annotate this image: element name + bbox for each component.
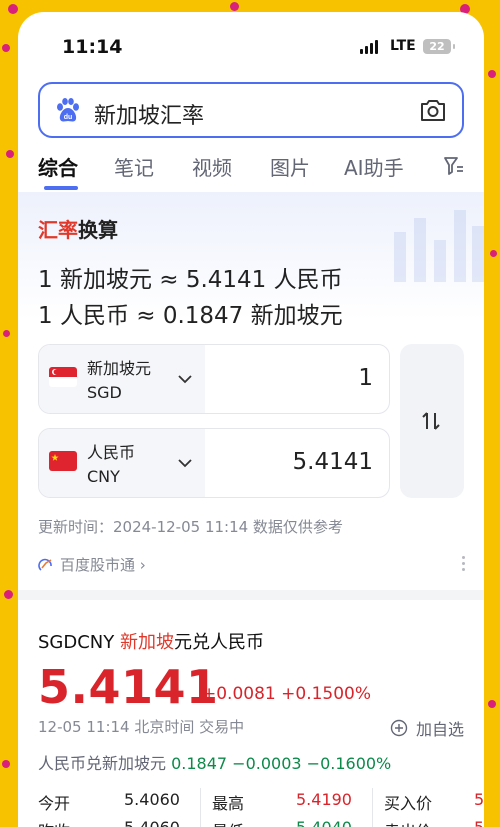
active-tab-indicator: [44, 186, 78, 190]
plus-circle-icon: [390, 719, 408, 737]
battery-icon: 22: [423, 39, 455, 54]
network-label: LTE: [390, 38, 416, 54]
decor-dot: [2, 760, 10, 768]
column-divider: [200, 788, 201, 827]
signal-icon: [360, 40, 378, 54]
quote-change: +0.0081 +0.1500%: [202, 684, 372, 704]
decor-dot: [490, 250, 497, 257]
singapore-flag-icon: [49, 367, 77, 387]
search-tabs: 综合 笔记 视频 图片 AI助手: [38, 152, 484, 190]
decor-dot: [6, 150, 14, 158]
phone-screen: 11:14 LTE 22 du 新加坡汇率 综合 笔记 视频 图片 AI助手 汇…: [18, 12, 484, 827]
search-box[interactable]: du 新加坡汇率: [38, 82, 464, 138]
decor-dot: [230, 2, 239, 11]
source-label: 百度股市通 ›: [60, 556, 146, 574]
stat-value: 5.4190: [296, 790, 352, 809]
quote-price: 5.4141: [38, 660, 219, 714]
to-currency-code: CNY: [87, 467, 120, 486]
tab-videos[interactable]: 视频: [192, 152, 232, 181]
stat-label: 最高: [212, 794, 245, 813]
rate-line-cny-sgd: 1 人民币 ≈ 0.1847 新加坡元: [38, 303, 343, 329]
decor-chart-icon: [394, 210, 484, 282]
stat-value: 5.4060: [124, 818, 180, 827]
stat-label: 买入价: [384, 794, 433, 813]
section-divider: [18, 590, 484, 600]
stat-value: 5: [474, 790, 484, 809]
decor-dot: [2, 44, 10, 52]
chevron-down-icon: [178, 459, 192, 468]
decor-dot: [488, 700, 496, 708]
search-input[interactable]: 新加坡汇率: [94, 98, 204, 130]
update-time: 更新时间：2024-12-05 11:14 数据仅供参考: [38, 518, 343, 536]
rate-line-sgd-cny: 1 新加坡元 ≈ 5.4141 人民币: [38, 267, 343, 293]
to-currency-row: 人民币 CNY 5.4141: [38, 428, 390, 498]
stat-label: 今开: [38, 794, 71, 813]
more-options-icon[interactable]: [462, 556, 466, 574]
stat-value: 5.4040: [296, 818, 352, 827]
to-currency-name: 人民币: [87, 443, 136, 462]
decor-dot: [3, 330, 10, 337]
source-link[interactable]: 百度股市通 ›: [38, 554, 146, 575]
stat-value: 5.4060: [124, 790, 180, 809]
stat-label: 最低: [212, 818, 244, 827]
chevron-down-icon: [178, 375, 192, 384]
svg-text:du: du: [64, 114, 73, 121]
status-bar: 11:14 LTE 22: [18, 12, 484, 84]
from-amount-input[interactable]: 1: [358, 365, 373, 391]
tab-images[interactable]: 图片: [270, 152, 310, 181]
quote-card: SGDCNY 新加坡元兑人民币 5.4141 +0.0081 +0.1500% …: [18, 600, 484, 827]
converter-title: 汇率换算: [38, 218, 118, 242]
stock-service-icon: [38, 558, 52, 571]
from-currency-row: 新加坡元 SGD 1: [38, 344, 390, 414]
stat-label: 卖出价: [384, 818, 432, 827]
decor-dot: [488, 70, 496, 78]
from-currency-name: 新加坡元: [87, 359, 152, 378]
tab-notes[interactable]: 笔记: [114, 152, 154, 181]
camera-icon[interactable]: [418, 96, 448, 124]
swap-arrows-icon: [422, 412, 440, 430]
quote-meta: 12-05 11:14 北京时间 交易中: [38, 718, 245, 736]
from-currency-code: SGD: [87, 383, 122, 402]
filter-icon[interactable]: [442, 154, 466, 178]
baidu-logo-icon: du: [57, 98, 79, 122]
tab-all[interactable]: 综合: [38, 152, 78, 181]
swap-currency-button[interactable]: [400, 344, 464, 498]
column-divider: [372, 788, 373, 827]
to-amount-input[interactable]: 5.4141: [293, 449, 373, 475]
inverse-quote: 人民币兑新加坡元 0.1847 −0.0003 −0.1600%: [38, 754, 392, 773]
stats-row: 今开 5.4060 最高 5.4190 买入价 5: [38, 790, 484, 818]
stat-label: 昨收: [38, 818, 70, 827]
status-time: 11:14: [62, 36, 123, 58]
quote-title[interactable]: SGDCNY 新加坡元兑人民币: [38, 628, 264, 654]
currency-converter-card: 汇率换算 1 新加坡元 ≈ 5.4141 人民币 1 人民币 ≈ 0.1847 …: [18, 192, 484, 590]
stat-value: 5: [474, 818, 484, 827]
decor-dot: [8, 4, 18, 14]
decor-dot: [4, 590, 13, 599]
add-watchlist-button[interactable]: 加自选: [390, 716, 464, 740]
china-flag-icon: [49, 451, 77, 471]
tab-ai-assistant[interactable]: AI助手: [344, 152, 404, 181]
quote-stats-grid: 今开 5.4060 最高 5.4190 买入价 5 昨收 5.4060 最低 5…: [38, 790, 484, 827]
to-currency-select[interactable]: 人民币 CNY: [39, 429, 205, 497]
stats-row: 昨收 5.4060 最低 5.4040 卖出价 5: [38, 818, 484, 827]
from-currency-select[interactable]: 新加坡元 SGD: [39, 345, 205, 413]
